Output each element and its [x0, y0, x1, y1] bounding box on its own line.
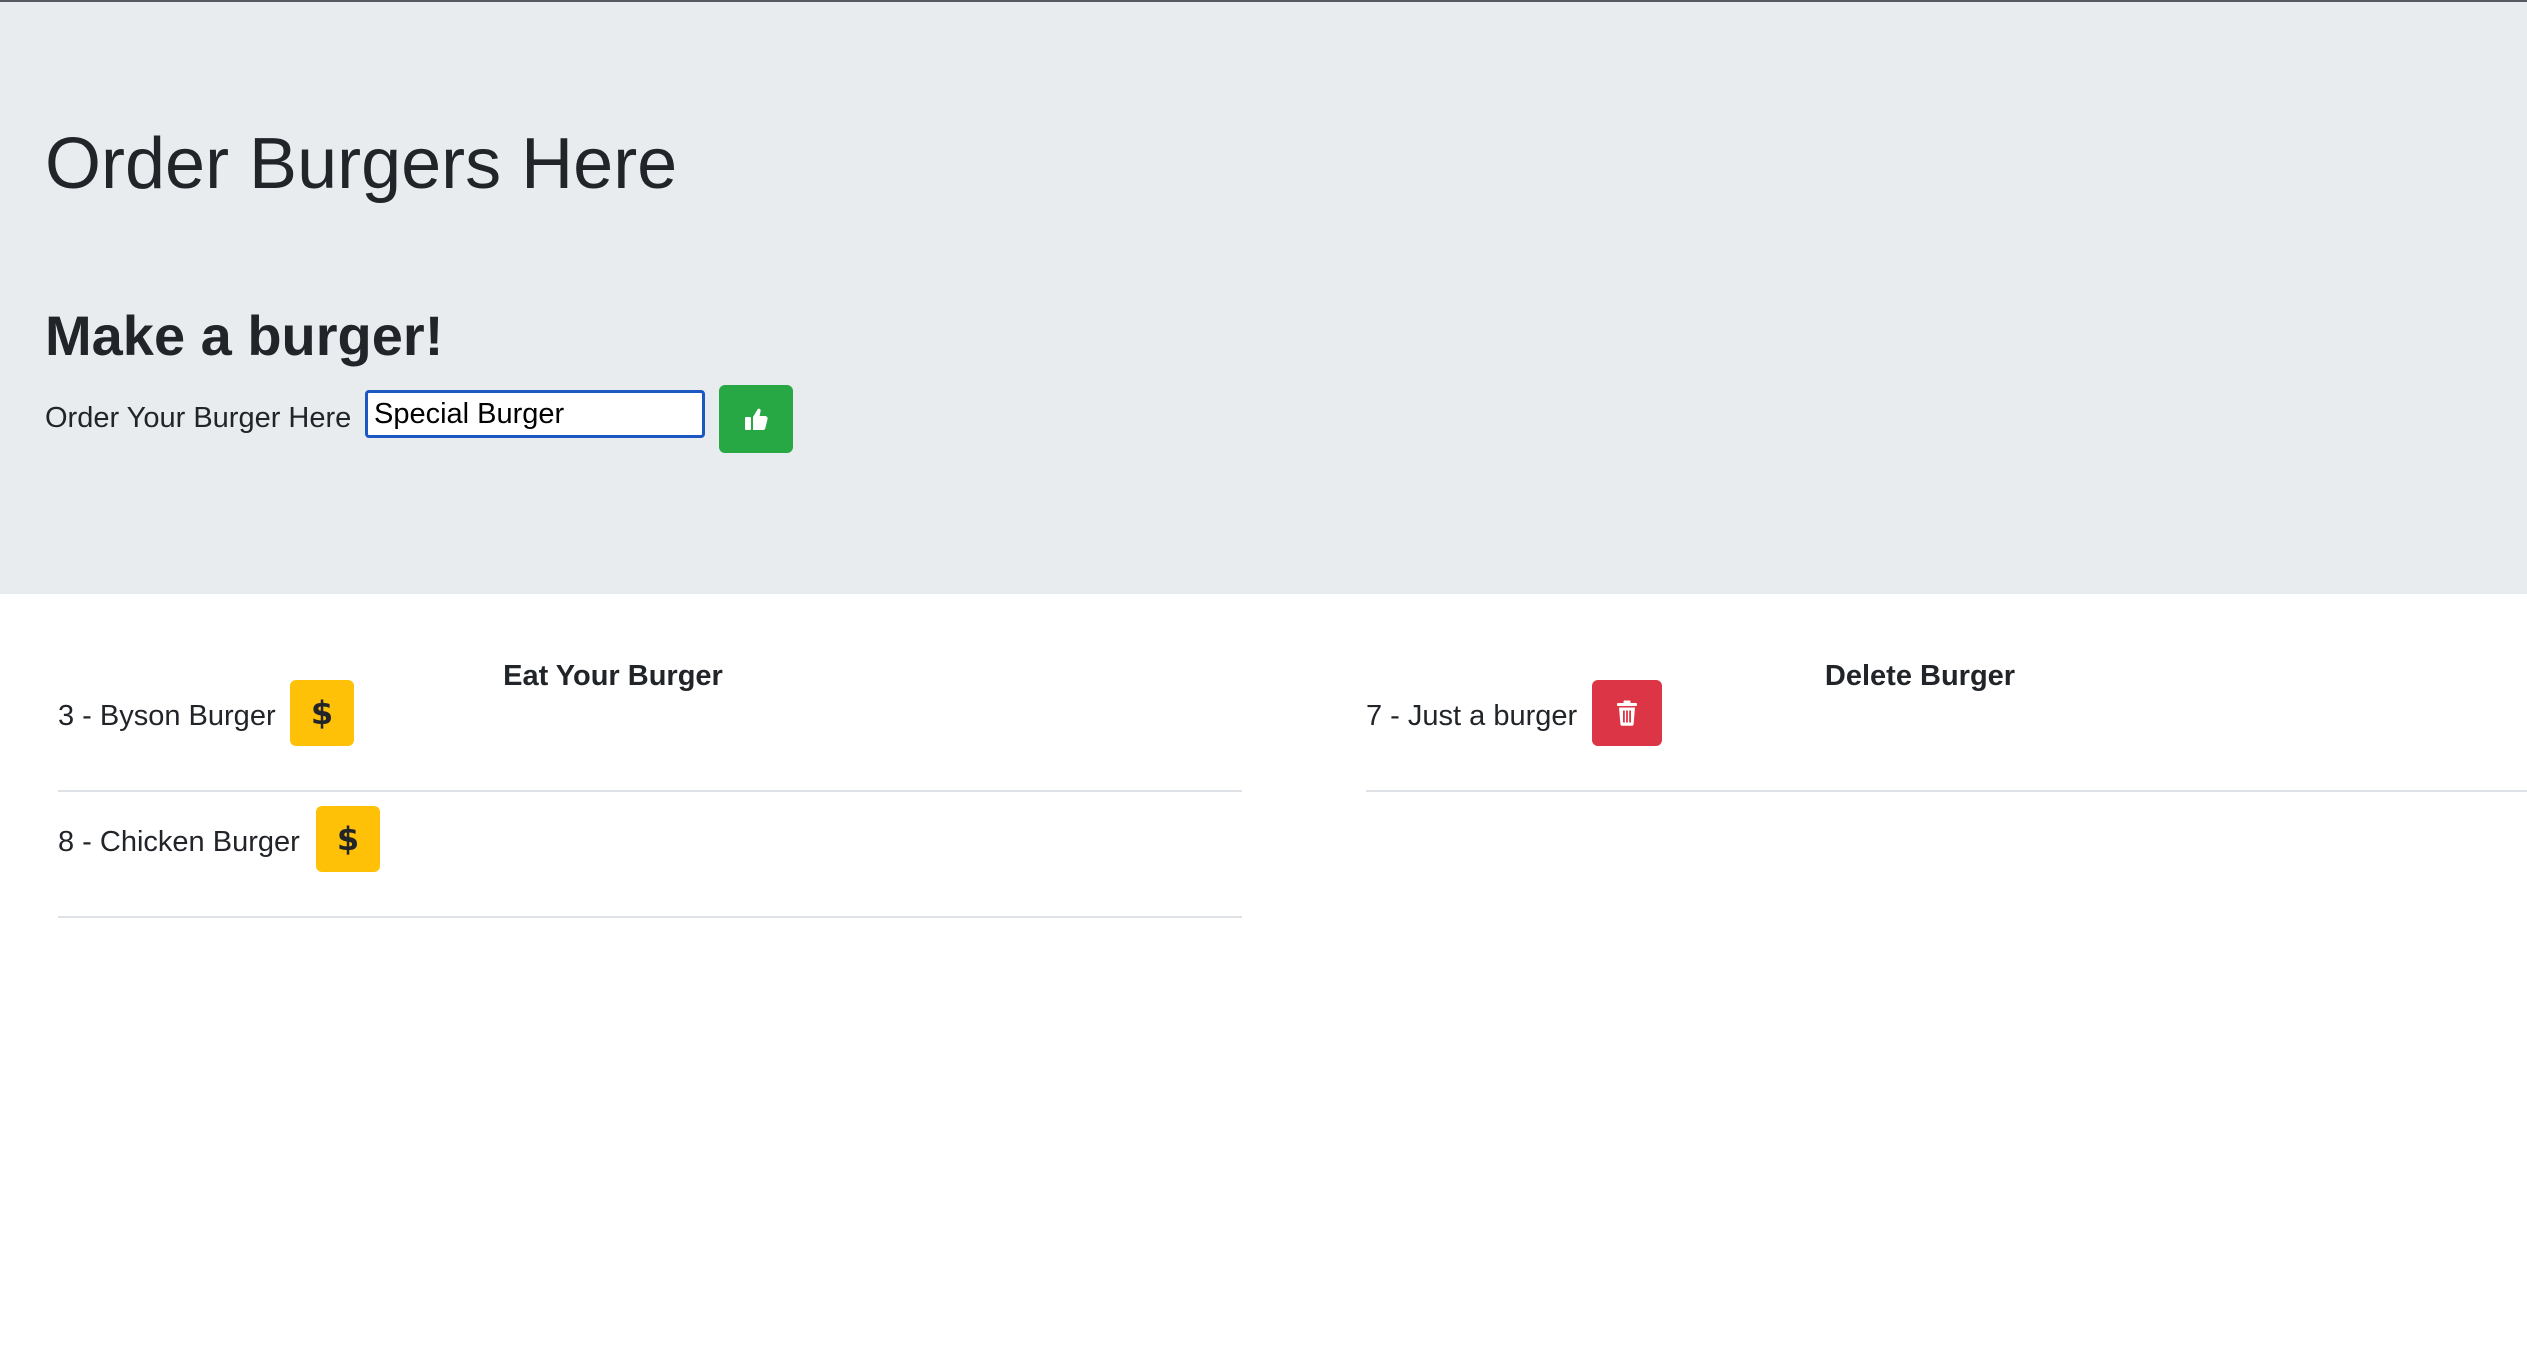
burger-label: 3 - Byson Burger	[58, 700, 276, 732]
burger-name-input[interactable]	[365, 390, 705, 438]
submit-burger-button[interactable]	[719, 385, 793, 453]
thumbs-up-icon	[745, 408, 768, 430]
burger-label: 7 - Just a burger	[1366, 700, 1578, 732]
delete-list-item: 7 - Just a burger	[1366, 666, 2527, 792]
page-title: Order Burgers Here	[45, 124, 678, 204]
page: Order Burgers Here Make a burger! Order …	[0, 0, 2527, 1360]
burger-label: 8 - Chicken Burger	[58, 826, 300, 858]
eat-burger-button[interactable]: $	[316, 806, 380, 872]
jumbotron-header: Order Burgers Here Make a burger! Order …	[0, 2, 2527, 594]
make-burger-heading: Make a burger!	[45, 304, 444, 367]
dollar-icon: $	[336, 820, 360, 858]
order-input-label: Order Your Burger Here	[45, 402, 352, 434]
eat-list-item: 3 - Byson Burger $	[58, 666, 1242, 792]
delete-burger-button[interactable]	[1592, 680, 1662, 746]
eat-burger-button[interactable]: $	[290, 680, 354, 746]
dollar-icon: $	[310, 694, 334, 732]
trash-icon	[1617, 700, 1637, 726]
eat-list-item: 8 - Chicken Burger $	[58, 792, 1242, 918]
